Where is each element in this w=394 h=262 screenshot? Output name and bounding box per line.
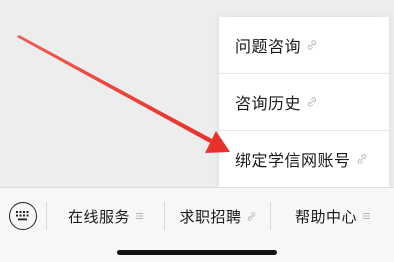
menu-lines-icon (363, 213, 370, 219)
bottom-menu-bar: 在线服务 求职招聘 帮助中心 (0, 187, 394, 262)
link-icon (307, 97, 317, 107)
menu-item-consult-history[interactable]: 咨询历史 (219, 74, 389, 130)
tab-label: 在线服务 (67, 207, 130, 226)
menu-item-label: 咨询历史 (235, 94, 302, 113)
keyboard-toggle-button[interactable] (9, 202, 37, 230)
menu-item-question-consult[interactable]: 问题咨询 (219, 17, 389, 73)
menu-item-label: 绑定学信网账号 (235, 151, 351, 170)
tab-online-service[interactable]: 在线服务 (47, 202, 164, 230)
tab-help-center[interactable]: 帮助中心 (271, 202, 394, 230)
tab-label: 求职招聘 (179, 207, 242, 226)
popup-menu: 问题咨询 咨询历史 绑定学信网账号 (219, 17, 389, 187)
link-icon (307, 40, 317, 50)
home-indicator[interactable] (117, 250, 277, 255)
link-icon (357, 154, 366, 164)
menu-item-bind-chsi-account[interactable]: 绑定学信网账号 (219, 131, 389, 187)
keyboard-icon (16, 211, 29, 221)
link-icon (247, 211, 255, 221)
menu-item-label: 问题咨询 (235, 37, 302, 56)
tab-job-recruitment[interactable]: 求职招聘 (165, 202, 270, 230)
menu-lines-icon (136, 213, 143, 219)
chat-screen: 问题咨询 咨询历史 绑定学信网账号 在线服务 求职招聘 帮助中心 (0, 0, 394, 262)
arrow-shaft (17, 35, 212, 143)
tab-label: 帮助中心 (294, 207, 357, 226)
